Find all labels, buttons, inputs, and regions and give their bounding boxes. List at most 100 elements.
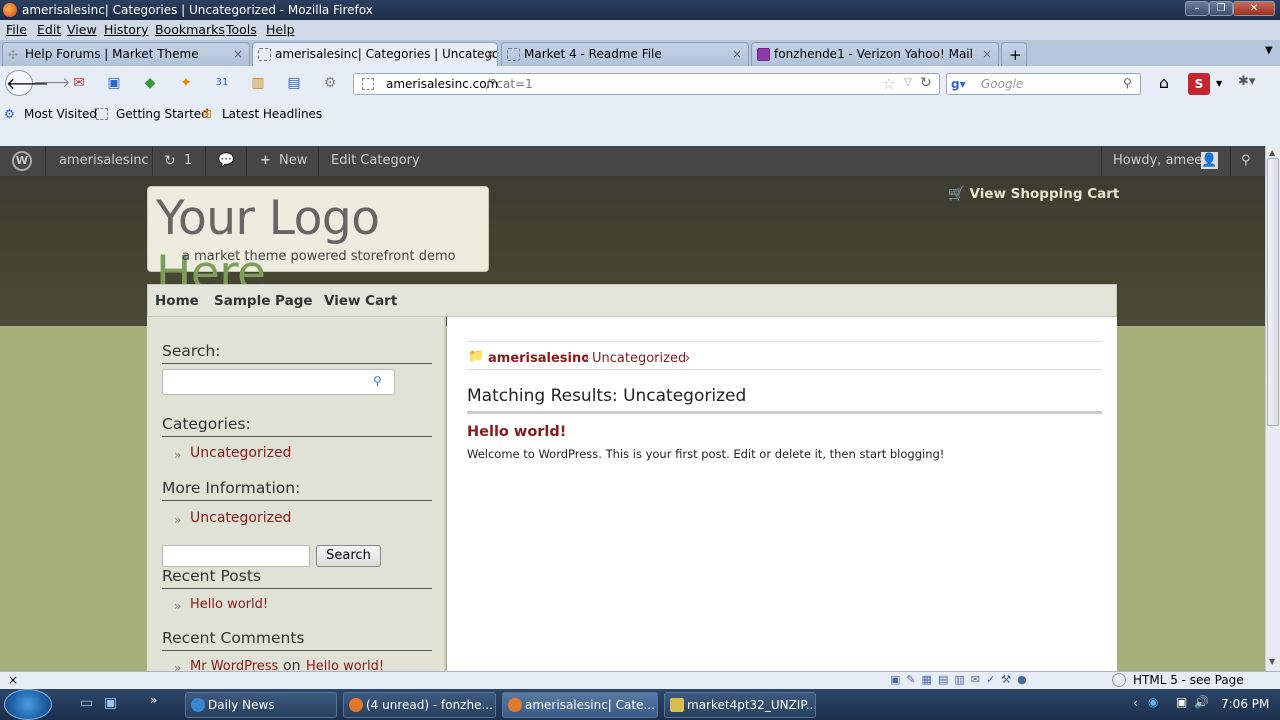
addon-icon[interactable]: ✱▾ xyxy=(1238,74,1255,89)
close-button[interactable]: ✕ xyxy=(1233,1,1275,16)
tab-amerisalesinc[interactable]: amerisalesinc| Categories | Uncategor...… xyxy=(252,42,498,67)
window-title: amerisalesinc| Categories | Uncategorize… xyxy=(22,3,373,17)
close-tab-icon[interactable]: × xyxy=(233,47,243,61)
sidebar-search-input[interactable]: ⚲ xyxy=(162,369,395,395)
firefox-icon xyxy=(508,698,522,712)
reload-icon[interactable]: ↻ xyxy=(920,75,932,91)
menu-history[interactable]: History xyxy=(104,22,148,37)
wp-new[interactable]: New xyxy=(279,153,307,168)
menu-help[interactable]: Help xyxy=(266,22,295,37)
tab-help-forums[interactable]: ✣ Help Forums | Market Theme × xyxy=(2,42,250,66)
volume-icon[interactable]: 🔊 xyxy=(1194,695,1209,709)
avatar[interactable]: 👤 xyxy=(1201,152,1218,169)
window-switch-icon[interactable]: ▣ xyxy=(104,695,117,711)
wp-howdy[interactable]: Howdy, ameer xyxy=(1113,153,1208,168)
page-icon xyxy=(96,108,108,120)
menu-view[interactable]: View xyxy=(67,22,97,37)
bookmark-latest-headlines[interactable]: Latest Headlines xyxy=(222,107,322,121)
close-tab-icon[interactable]: × xyxy=(485,47,495,61)
menu-tools[interactable]: Tools xyxy=(226,22,257,37)
nav-sample-page[interactable]: Sample Page xyxy=(214,293,313,309)
recent-post-link[interactable]: Hello world! xyxy=(190,597,268,612)
bookmark-star-icon[interactable]: ☆ xyxy=(882,75,895,93)
tab-list-icon[interactable]: ▼ xyxy=(1265,45,1273,56)
back-arrow-icon[interactable]: 🡐 xyxy=(5,70,49,96)
quick-launch-more-icon[interactable]: » xyxy=(150,693,157,707)
more-info-link-uncategorized[interactable]: Uncategorized xyxy=(190,510,291,526)
category-link-uncategorized[interactable]: Uncategorized xyxy=(190,445,291,461)
menu-edit[interactable]: Edit xyxy=(37,22,61,37)
network-icon[interactable]: ▣ xyxy=(1176,695,1187,709)
bookmarks-toolbar: ⚙ Most Visited Getting Started ⊞ Latest … xyxy=(0,102,1280,126)
close-addon-bar-icon[interactable]: × xyxy=(8,673,18,687)
bookmark-most-visited[interactable]: Most Visited xyxy=(24,107,97,121)
bookmark-getting-started[interactable]: Getting Started xyxy=(116,107,209,121)
wp-updates-count[interactable]: 1 xyxy=(184,153,192,168)
tray-icon[interactable]: ◉ xyxy=(1148,695,1158,709)
most-visited-icon: ⚙ xyxy=(4,107,15,121)
gmail-icon[interactable]: ✉ xyxy=(66,70,92,96)
menu-file[interactable]: File xyxy=(6,22,27,37)
site-identity-icon[interactable] xyxy=(362,78,374,90)
view-shopping-cart-link[interactable]: 🛒 View Shopping Cart xyxy=(948,186,1119,202)
wordpress-logo-icon[interactable]: W xyxy=(12,151,32,171)
forward-arrow-icon[interactable]: 🡒 xyxy=(33,70,71,96)
start-button[interactable] xyxy=(4,689,52,720)
updates-icon[interactable]: ↻ xyxy=(164,153,176,169)
comments-icon[interactable]: 💬 xyxy=(218,153,234,168)
tab-verizon-mail[interactable]: fonzhende1 - Verizon Yahoo! Mail × xyxy=(751,42,999,66)
nav-view-cart[interactable]: View Cart xyxy=(324,293,397,309)
bullet-icon: » xyxy=(174,513,182,527)
taskbar-mail[interactable]: (4 unread) - fonzhe... xyxy=(343,692,496,718)
breadcrumb-home[interactable]: amerisalesinc xyxy=(488,351,589,366)
addon-icons[interactable]: ▣✎▦▤▥✉✓⚒● xyxy=(890,673,1033,686)
sidebar: Search: ⚲ Categories: » Uncategorized Mo… xyxy=(147,317,446,675)
vertical-scrollbar[interactable]: ▲ ▼ xyxy=(1265,146,1280,671)
toolbar-icon[interactable]: ▣ xyxy=(101,70,127,96)
address-bar[interactable]: amerisalesinc.com /?cat=1 ☆ ▽ ↻ xyxy=(353,73,940,95)
history-dropdown-icon[interactable]: ▽ xyxy=(904,77,912,88)
divider xyxy=(467,341,1102,342)
search-icon[interactable]: ⚲ xyxy=(1123,76,1132,90)
wp-site-name[interactable]: amerisalesinc xyxy=(59,153,149,168)
show-desktop-icon[interactable]: ▭ xyxy=(80,695,93,711)
firefox-icon xyxy=(3,3,17,17)
site-logo[interactable]: Your Logo Here a market theme powered st… xyxy=(147,186,489,301)
gear-icon[interactable]: ⚙ xyxy=(317,70,343,96)
search-icon[interactable]: ⚲ xyxy=(373,374,382,388)
tab-label: amerisalesinc| Categories | Uncategor... xyxy=(275,47,498,61)
nav-home[interactable]: Home xyxy=(155,293,199,309)
breadcrumb-category[interactable]: Uncategorized xyxy=(592,351,686,366)
window-titlebar: amerisalesinc| Categories | Uncategorize… xyxy=(0,0,1280,20)
close-tab-icon[interactable]: × xyxy=(982,47,992,61)
toolbar-icon[interactable]: ▤ xyxy=(281,70,307,96)
close-tab-icon[interactable]: × xyxy=(732,47,742,61)
clock[interactable]: 7:06 PM xyxy=(1221,697,1269,711)
tray-expand-icon[interactable]: ‹ xyxy=(1133,696,1138,710)
more-information-heading: More Information: xyxy=(162,479,432,501)
toolbar-icon[interactable]: ✦ xyxy=(173,70,199,96)
tab-market4-readme[interactable]: Market 4 - Readme File × xyxy=(501,42,749,66)
taskbar-daily-news[interactable]: Daily News xyxy=(185,692,337,718)
google-icon[interactable]: ◆ xyxy=(137,70,163,96)
search-button[interactable]: Search xyxy=(316,545,381,567)
taskbar-amerisalesinc[interactable]: amerisalesinc| Cate... xyxy=(502,692,658,718)
dropdown-icon[interactable]: ▼ xyxy=(1216,79,1222,88)
calendar-icon[interactable]: 31 xyxy=(209,70,235,96)
menu-bookmarks[interactable]: Bookmarks xyxy=(155,22,225,37)
google-g-icon[interactable]: g▾ xyxy=(951,77,966,91)
minimize-button[interactable]: – xyxy=(1185,1,1209,16)
maximize-button[interactable]: ❐ xyxy=(1209,1,1233,16)
post-title-link[interactable]: Hello world! xyxy=(467,424,566,440)
stumbleupon-icon[interactable]: S xyxy=(1188,73,1210,95)
new-tab-button[interactable]: + xyxy=(1001,42,1027,66)
scrollbar-thumb[interactable] xyxy=(1267,158,1279,426)
wp-edit-category[interactable]: Edit Category xyxy=(331,153,420,168)
taskbar-market4-zip[interactable]: market4pt32_UNZIP... xyxy=(664,692,816,718)
search-icon[interactable]: ⚲ xyxy=(1241,153,1251,168)
widget-search-input[interactable] xyxy=(162,545,310,567)
site-page: Your Logo Here a market theme powered st… xyxy=(0,176,1265,675)
search-engine-box[interactable]: g▾ Google ⚲ xyxy=(946,73,1141,95)
toolbar-icon[interactable]: ▥ xyxy=(245,70,271,96)
home-icon[interactable]: ⌂ xyxy=(1150,70,1178,96)
